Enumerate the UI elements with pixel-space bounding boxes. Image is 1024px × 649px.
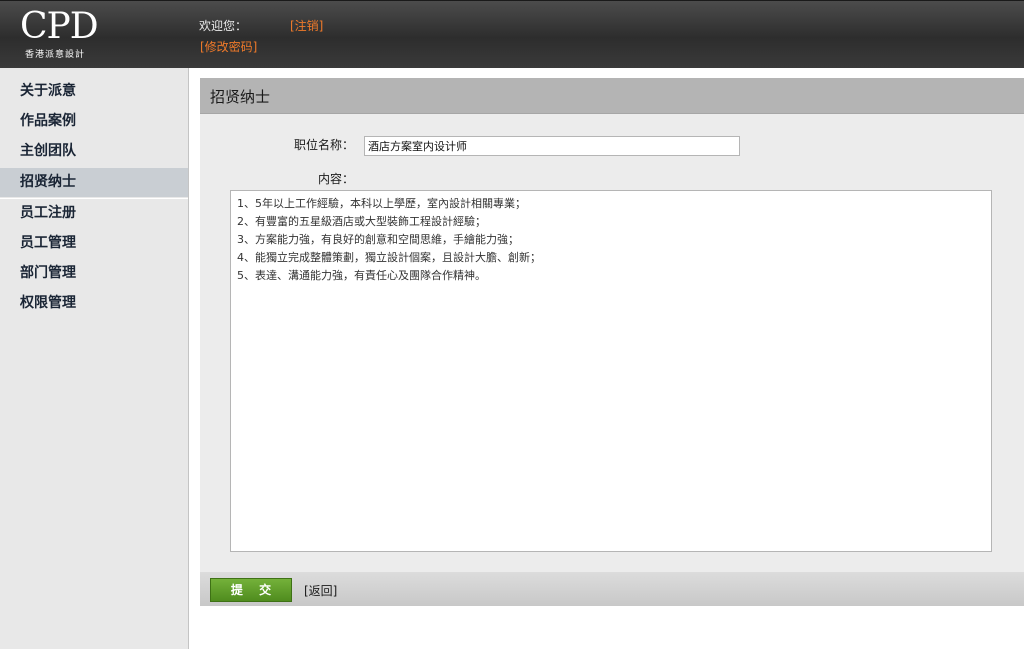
sidebar-item-staff-register[interactable]: 员工注册	[0, 199, 188, 228]
main-content: 招贤纳士 职位名称： 内容： 1、5年以上工作經驗，本科以上學歷，室內設計相關專…	[200, 78, 1024, 606]
sidebar-item-portfolio[interactable]: 作品案例	[0, 107, 188, 136]
position-label: 职位名称：	[293, 138, 354, 152]
logo-subtitle: 香港派意設計	[25, 50, 86, 60]
position-input[interactable]	[364, 136, 740, 156]
content-label: 内容：	[317, 172, 354, 186]
top-header: CPD 香港派意設計 欢迎您： [注销] [修改密码]	[0, 0, 1024, 68]
content-textarea[interactable]: 1、5年以上工作經驗，本科以上學歷，室內設計相關專業； 2、有豐富的五星級酒店或…	[230, 190, 992, 552]
submit-button[interactable]: 提 交	[210, 578, 292, 602]
welcome-text: 欢迎您：	[199, 19, 248, 33]
page-title-bar: 招贤纳士	[200, 78, 1024, 114]
logo-text: CPD	[20, 6, 99, 47]
sidebar-item-team[interactable]: 主创团队	[0, 137, 188, 166]
sidebar-item-department-manage[interactable]: 部门管理	[0, 259, 188, 288]
logout-link[interactable]: [注销]	[290, 17, 323, 34]
sidebar-item-permission-manage[interactable]: 权限管理	[0, 289, 188, 318]
form-action-bar: 提 交 [返回]	[200, 572, 1024, 606]
page-title: 招贤纳士	[210, 88, 271, 106]
sidebar-nav: 关于派意 作品案例 主创团队 招贤纳士 员工注册 员工管理 部门管理 权限管理	[0, 68, 189, 649]
sidebar-item-about[interactable]: 关于派意	[0, 77, 188, 106]
cpd-logo: CPD 香港派意設計	[20, 9, 110, 63]
sidebar-item-staff-manage[interactable]: 员工管理	[0, 229, 188, 258]
back-link[interactable]: [返回]	[304, 582, 337, 599]
change-password-link[interactable]: [修改密码]	[200, 38, 257, 55]
sidebar-item-recruitment[interactable]: 招贤纳士	[0, 168, 188, 197]
